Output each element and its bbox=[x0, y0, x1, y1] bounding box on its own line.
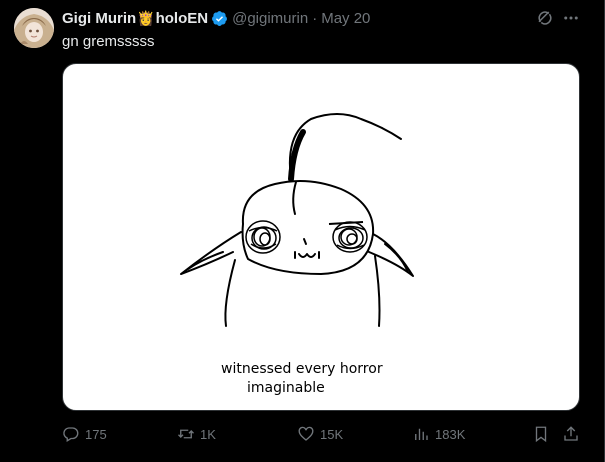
like-button[interactable]: 15K bbox=[297, 422, 343, 446]
doodle-drawing bbox=[180, 113, 414, 327]
views-count: 183K bbox=[435, 426, 466, 442]
reply-button[interactable]: 175 bbox=[62, 422, 107, 446]
views-button[interactable]: 183K bbox=[412, 422, 465, 446]
bookmark-button[interactable] bbox=[532, 422, 550, 446]
crown-princess-emoji: 👸 bbox=[137, 9, 155, 26]
display-name[interactable]: Gigi Murin bbox=[62, 10, 136, 27]
tweet[interactable]: Gigi Murin 👸 holoEN @gigimurin · May 20 … bbox=[0, 0, 605, 462]
heart-icon bbox=[298, 426, 314, 441]
tweet-actions: 175 1K 15K 183K bbox=[62, 422, 582, 446]
repost-icon bbox=[178, 429, 194, 439]
tweet-image[interactable]: witnessed every horror imaginable bbox=[62, 63, 580, 411]
grok-icon[interactable] bbox=[536, 9, 554, 27]
bookmark-icon bbox=[535, 426, 547, 443]
more-icon[interactable] bbox=[562, 9, 580, 27]
repost-count: 1K bbox=[200, 426, 216, 442]
affiliation-label[interactable]: holoEN bbox=[156, 10, 209, 27]
repost-button[interactable]: 1K bbox=[177, 422, 216, 446]
like-count: 15K bbox=[320, 426, 344, 442]
tweet-header: Gigi Murin 👸 holoEN @gigimurin · May 20 bbox=[62, 8, 370, 28]
reply-icon bbox=[63, 427, 79, 442]
share-icon bbox=[564, 426, 578, 441]
views-icon bbox=[415, 428, 428, 440]
avatar[interactable] bbox=[14, 8, 54, 48]
reply-count: 175 bbox=[85, 426, 107, 442]
user-handle[interactable]: @gigimurin bbox=[232, 10, 308, 27]
share-button[interactable] bbox=[562, 422, 580, 446]
tweet-text: gn gremsssss bbox=[62, 33, 155, 50]
separator-dot: · bbox=[312, 9, 318, 27]
caption-line-2: imaginable bbox=[247, 380, 325, 396]
verified-badge-icon bbox=[211, 10, 228, 27]
caption-line-1: witnessed every horror bbox=[221, 361, 383, 377]
tweet-date[interactable]: May 20 bbox=[321, 10, 370, 27]
